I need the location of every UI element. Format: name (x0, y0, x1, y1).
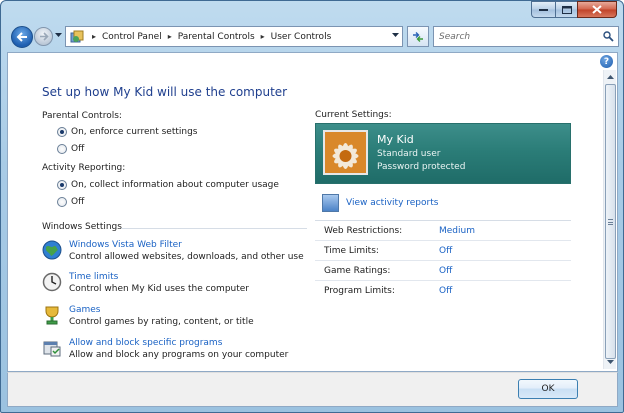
refresh-button[interactable] (407, 26, 429, 47)
breadcrumb-separator-icon: ▸ (92, 32, 97, 41)
activity-reporting-label: Activity Reporting: (42, 163, 126, 173)
vertical-scrollbar[interactable] (603, 70, 616, 369)
games-description: Control games by rating, content, or tit… (69, 317, 254, 327)
limit-row-program-limits: Program Limits: Off (315, 281, 571, 301)
parental-controls-window: ▸ Control Panel ▸ Parental Controls ▸ Us… (0, 0, 624, 413)
refresh-icon (413, 31, 423, 42)
games-link[interactable]: Games (69, 304, 254, 316)
activity-report-icon (322, 194, 339, 212)
window-caption-buttons (531, 1, 617, 18)
parental-controls-label: Parental Controls: (42, 111, 122, 121)
scroll-grip-icon (608, 219, 613, 225)
task-programs: Allow and block specific programs Allow … (41, 337, 288, 361)
windows-settings-heading: Windows Settings (42, 222, 122, 232)
breadcrumb-user-controls[interactable]: User Controls (271, 32, 332, 42)
search-input[interactable] (434, 31, 594, 42)
section-divider (121, 228, 307, 229)
address-bar[interactable]: ▸ Control Panel ▸ Parental Controls ▸ Us… (65, 26, 403, 47)
limit-name: Program Limits: (324, 286, 395, 296)
radio-button-checked[interactable] (57, 180, 67, 190)
limit-name: Web Restrictions: (324, 226, 403, 236)
task-time-limits: Time limits Control when My Kid uses the… (41, 271, 249, 295)
breadcrumb-separator-icon[interactable]: ▸ (168, 32, 172, 41)
programs-icon (41, 338, 63, 360)
close-icon (592, 5, 602, 14)
breadcrumb: ▸ Control Panel ▸ Parental Controls ▸ Us… (86, 32, 331, 42)
scroll-up-icon (606, 75, 614, 79)
breadcrumb-parental-controls[interactable]: Parental Controls (178, 32, 255, 42)
limits-summary-table: Web Restrictions: Medium Time Limits: Of… (315, 221, 571, 301)
globe-icon (41, 240, 63, 262)
parental-controls-off-label[interactable]: Off (71, 144, 84, 154)
scroll-down-icon (606, 360, 614, 364)
recent-pages-dropdown-icon[interactable] (55, 33, 62, 38)
search-box[interactable] (433, 26, 619, 47)
parental-controls-on-option[interactable]: On, enforce current settings (57, 127, 198, 137)
view-activity-reports-link[interactable]: View activity reports (346, 198, 438, 208)
help-icon[interactable]: ? (600, 55, 613, 68)
clock-icon (41, 272, 63, 294)
game-ratings-value-link[interactable]: Off (439, 266, 452, 276)
activity-reporting-on-option[interactable]: On, collect information about computer u… (57, 180, 279, 190)
address-dropdown-icon[interactable] (392, 33, 399, 38)
minimize-icon (539, 8, 548, 11)
web-restrictions-value-link[interactable]: Medium (439, 226, 475, 236)
limit-row-game-ratings: Game Ratings: Off (315, 261, 571, 281)
activity-reporting-on-label[interactable]: On, collect information about computer u… (71, 180, 279, 190)
minimize-button[interactable] (531, 1, 555, 18)
user-account-panel: My Kid Standard user Password protected (315, 123, 571, 184)
scroll-up-button[interactable] (604, 70, 616, 84)
parental-controls-on-label[interactable]: On, enforce current settings (71, 127, 198, 137)
close-button[interactable] (577, 1, 617, 18)
back-button[interactable] (11, 26, 33, 48)
games-icon (41, 305, 63, 327)
radio-button[interactable] (57, 197, 67, 207)
user-name: My Kid (377, 133, 414, 146)
forward-arrow-icon (39, 32, 49, 41)
back-arrow-icon (16, 32, 27, 42)
content-area: ? Set up how My Kid will use the compute… (7, 52, 618, 372)
search-icon[interactable] (603, 31, 614, 42)
web-filter-description: Control allowed websites, downloads, and… (69, 252, 304, 262)
radio-button[interactable] (57, 144, 67, 154)
time-limits-description: Control when My Kid uses the computer (69, 284, 250, 294)
user-password-status: Password protected (377, 162, 466, 172)
dialog-footer: OK (7, 372, 618, 407)
task-web-filter: Windows Vista Web Filter Control allowed… (41, 239, 304, 263)
programs-description: Allow and block any programs on your com… (69, 350, 289, 360)
scroll-thumb[interactable] (605, 84, 616, 359)
time-limits-value-link[interactable]: Off (439, 246, 452, 256)
program-limits-value-link[interactable]: Off (439, 286, 452, 296)
web-filter-link[interactable]: Windows Vista Web Filter (69, 239, 304, 251)
programs-link[interactable]: Allow and block specific programs (69, 337, 288, 349)
flower-avatar-icon (323, 130, 368, 175)
limit-row-web-restrictions: Web Restrictions: Medium (315, 221, 571, 241)
scroll-down-button[interactable] (604, 355, 616, 369)
activity-reporting-off-label[interactable]: Off (71, 197, 84, 207)
page-title: Set up how My Kid will use the computer (42, 85, 288, 99)
navigation-bar: ▸ Control Panel ▸ Parental Controls ▸ Us… (7, 22, 619, 52)
time-limits-link[interactable]: Time limits (69, 271, 249, 283)
breadcrumb-control-panel[interactable]: Control Panel (102, 32, 162, 42)
limit-row-time-limits: Time Limits: Off (315, 241, 571, 261)
maximize-button[interactable] (555, 1, 577, 18)
radio-button-checked[interactable] (57, 127, 67, 137)
activity-reporting-off-option[interactable]: Off (57, 197, 84, 207)
forward-button[interactable] (34, 27, 53, 46)
current-settings-heading: Current Settings: (315, 110, 392, 120)
limit-name: Time Limits: (324, 246, 379, 256)
maximize-icon (561, 5, 572, 14)
parental-controls-off-option[interactable]: Off (57, 144, 84, 154)
control-panel-icon (68, 29, 86, 45)
limit-name: Game Ratings: (324, 266, 391, 276)
ok-button[interactable]: OK (518, 379, 578, 399)
breadcrumb-separator-icon[interactable]: ▸ (261, 32, 265, 41)
user-account-type: Standard user (377, 149, 441, 159)
activity-reports-row[interactable]: View activity reports (322, 194, 438, 212)
task-games: Games Control games by rating, content, … (41, 304, 254, 328)
